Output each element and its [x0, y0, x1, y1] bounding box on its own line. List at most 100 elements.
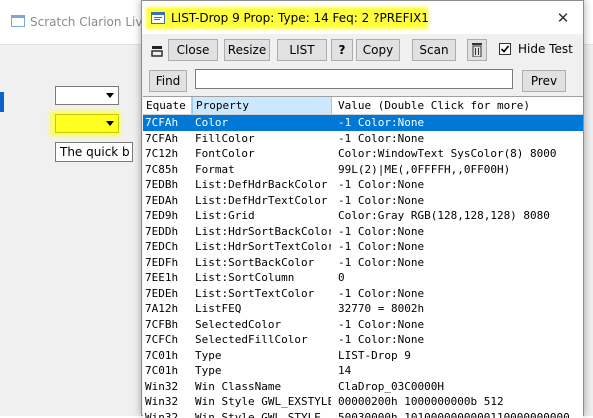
equate-cell: 7EDBh	[145, 177, 191, 193]
dialog-titlebar[interactable]: LIST-Drop 9 Prop: Type: 14 Feq: 2 ?PREFI…	[142, 1, 583, 34]
property-cell: Type	[195, 348, 331, 364]
value-cell: -1 Color:None	[338, 224, 583, 240]
list-item[interactable]: 7CFChSelectedFillColor-1 Color:None	[143, 332, 583, 348]
app-icon	[151, 12, 165, 24]
copy-button-label: Copy	[363, 43, 393, 57]
list-item[interactable]: 7C01hTypeLIST-Drop 9	[143, 348, 583, 364]
prev-button-label: Prev	[531, 74, 557, 88]
value-cell: 32770 = 8002h	[338, 301, 583, 317]
property-cell: List:Grid	[195, 208, 331, 224]
find-button[interactable]: Find	[149, 70, 187, 92]
list-item[interactable]: 7EDBhList:DefHdrBackColor-1 Color:None	[143, 177, 583, 193]
property-cell: List:HdrSortTextColor	[195, 239, 331, 255]
resize-button[interactable]: Resize	[224, 39, 270, 61]
scan-button-label: Scan	[419, 43, 448, 57]
value-cell: 00000200h 1000000000b 512	[338, 394, 583, 410]
value-cell: -1 Color:None	[338, 286, 583, 302]
chevron-down-icon[interactable]	[102, 87, 118, 104]
find-input[interactable]	[195, 69, 513, 89]
property-cell: List:SortTextColor	[195, 286, 331, 302]
value-cell: -1 Color:None	[338, 131, 583, 147]
property-cell: FillColor	[195, 131, 331, 147]
property-cell: Type	[195, 363, 331, 379]
list-rows: 7CFAhColor -1 Color:None 7CFAhFillColor -1 …	[143, 115, 583, 418]
value-cell: 14	[338, 363, 583, 379]
checkbox-box[interactable]	[499, 43, 511, 55]
property-cell: ListFEQ	[195, 301, 331, 317]
list-item[interactable]: 7C12hFontColorColor:WindowText SysColor(…	[143, 146, 583, 162]
copy-button[interactable]: Copy	[356, 39, 400, 61]
equate-cell: 7EDDh	[145, 224, 191, 240]
help-button-label: ?	[339, 43, 346, 57]
equate-cell: 7C01h	[145, 363, 191, 379]
grip-icon[interactable]	[150, 44, 164, 58]
equate-cell: 7CFAh	[145, 131, 191, 147]
dialog-title: LIST-Drop 9 Prop: Type: 14 Feq: 2 ?PREFI…	[171, 11, 429, 25]
value-cell: -1 Color:None	[338, 193, 583, 209]
list-item[interactable]: Win32Win Style GWL_STYLE50030000h 101000…	[143, 410, 583, 418]
list-item[interactable]: 7EDFhList:SortBackColor-1 Color:None	[143, 255, 583, 271]
hide-test-label: Hide Test	[518, 42, 573, 56]
list-item[interactable]: Win32Win Style GWL_EXSTYLE00000200h 1000…	[143, 394, 583, 410]
equate-cell: 7EDFh	[145, 255, 191, 271]
column-header-equate[interactable]: Equate	[143, 97, 192, 114]
list-item[interactable]: 7A12hListFEQ 32770 = 8002h	[143, 301, 583, 317]
list-item[interactable]: Win32Win ClassName ClaDrop_03C0000H	[143, 379, 583, 395]
property-dialog: LIST-Drop 9 Prop: Type: 14 Feq: 2 ?PREFI…	[141, 0, 584, 416]
equate-cell: 7CFAh	[145, 115, 191, 131]
help-button[interactable]: ?	[331, 39, 353, 61]
trash-button[interactable]	[467, 39, 487, 61]
equate-cell: 7EDEh	[145, 286, 191, 302]
property-list[interactable]: Equate Property Value (Double Click for …	[143, 96, 583, 418]
property-cell: Color	[195, 115, 331, 131]
column-header-value[interactable]: Value (Double Click for more)	[332, 97, 583, 114]
equate-cell: Win32	[145, 410, 191, 418]
equate-cell: 7EDCh	[145, 239, 191, 255]
property-cell: Win Style GWL_EXSTYLE	[195, 394, 331, 410]
value-cell: ClaDrop_03C0000H	[338, 379, 583, 395]
equate-cell: 7A12h	[145, 301, 191, 317]
list-button-label: LIST	[289, 43, 314, 57]
list-item[interactable]: 7EDAhList:DefHdrTextColor-1 Color:None	[143, 193, 583, 209]
property-cell: SelectedFillColor	[195, 332, 331, 348]
trash-icon	[472, 43, 482, 57]
list-item[interactable]: 7CFAhFillColor -1 Color:None	[143, 131, 583, 147]
list-header: Equate Property Value (Double Click for …	[143, 97, 583, 115]
dropdown-combo[interactable]	[55, 86, 119, 105]
list-item[interactable]: 7CFAhColor -1 Color:None	[143, 115, 583, 131]
list-item[interactable]: 7EDEhList:SortTextColor -1 Color:None	[143, 286, 583, 302]
hide-test-checkbox[interactable]: Hide Test	[499, 42, 579, 58]
list-item[interactable]: 7CFBhSelectedColor-1 Color:None	[143, 317, 583, 333]
property-cell: Win ClassName	[195, 379, 331, 395]
value-cell: -1 Color:None	[338, 239, 583, 255]
equate-cell: Win32	[145, 379, 191, 395]
value-cell: -1 Color:None	[338, 332, 583, 348]
scan-button[interactable]: Scan	[412, 39, 456, 61]
check-icon	[500, 44, 510, 54]
list-button[interactable]: LIST	[277, 39, 327, 61]
chevron-down-icon[interactable]	[102, 115, 118, 132]
equate-cell: 7CFBh	[145, 317, 191, 333]
list-item[interactable]: 7EDDhList:HdrSortBackColor-1 Color:None	[143, 224, 583, 240]
list-item[interactable]: 7C85hFormat99L(2)|ME(,0FFFFH,,0FF00H)	[143, 162, 583, 178]
value-cell: -1 Color:None	[338, 115, 583, 131]
list-item[interactable]: 7C01hType 14	[143, 363, 583, 379]
dropdown-combo-highlighted[interactable]	[55, 114, 119, 133]
close-icon[interactable]: ✕	[552, 9, 574, 27]
property-cell: List:SortColumn	[195, 270, 331, 286]
close-button[interactable]: Close	[168, 39, 218, 61]
value-cell: -1 Color:None	[338, 317, 583, 333]
app-icon	[11, 15, 25, 27]
prev-button[interactable]: Prev	[522, 70, 566, 92]
list-item[interactable]: 7EE1hList:SortColumn0	[143, 270, 583, 286]
value-cell: -1 Color:None	[338, 177, 583, 193]
text-entry[interactable]: The quick b	[55, 142, 133, 162]
column-header-property[interactable]: Property	[192, 97, 332, 114]
property-cell: List:DefHdrTextColor	[195, 193, 331, 209]
value-cell: 99L(2)|ME(,0FFFFH,,0FF00H)	[338, 162, 583, 178]
equate-cell: 7EE1h	[145, 270, 191, 286]
list-item[interactable]: 7EDChList:HdrSortTextColor -1 Color:None	[143, 239, 583, 255]
value-cell: LIST-Drop 9	[338, 348, 583, 364]
list-item[interactable]: 7ED9hList:Grid Color:Gray RGB(128,128,12…	[143, 208, 583, 224]
value-cell: Color:Gray RGB(128,128,128) 8080	[338, 208, 583, 224]
